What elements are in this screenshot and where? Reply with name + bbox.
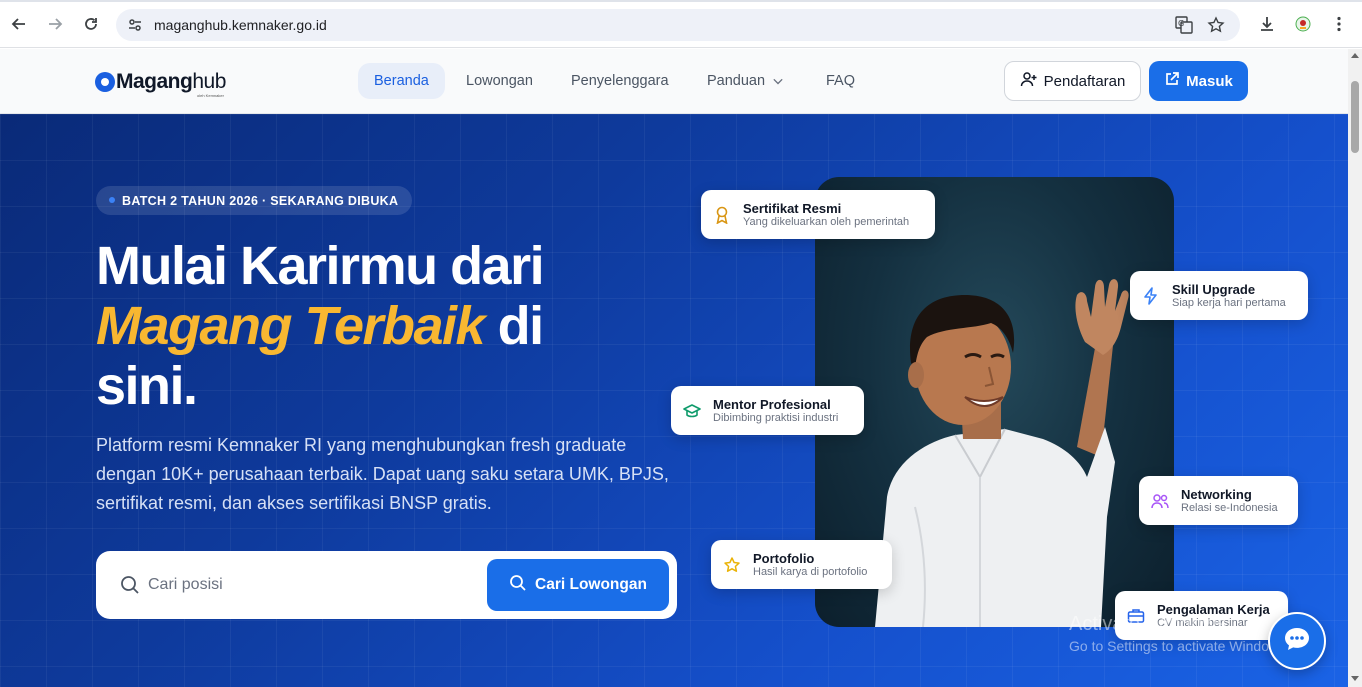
watermark-line-2: Go to Settings to activate Windows. [1069, 638, 1290, 654]
page-scrollbar[interactable] [1348, 49, 1362, 687]
watermark-line-1: Activate Windows [1069, 613, 1227, 635]
headline-line-3: sini. [96, 356, 198, 416]
nav-panduan-label: Panduan [707, 73, 766, 89]
feature-subtitle: Hasil karya di portofolio [753, 565, 868, 578]
bookmark-star-icon[interactable] [1206, 15, 1226, 35]
search-button[interactable]: Cari Lowongan [487, 559, 669, 611]
maganghub-logo[interactable]: Magang hub oleh Kemnaker [95, 66, 226, 98]
site-info-icon[interactable] [126, 16, 144, 34]
feature-title: Skill Upgrade [1172, 281, 1256, 297]
login-label: Masuk [1186, 72, 1233, 90]
svg-text:G: G [1178, 19, 1184, 28]
windows-activation-watermark: Activate Windows Go to Settings to activ… [1069, 612, 1290, 656]
address-bar[interactable]: maganghub.kemnaker.go.id G [116, 9, 1240, 41]
nav-faq[interactable]: FAQ [810, 63, 871, 99]
search-icon [120, 575, 140, 595]
back-icon[interactable] [7, 12, 31, 36]
headline-line-2: di [484, 296, 544, 356]
lightning-icon [1142, 286, 1160, 305]
hero-description: Platform resmi Kemnaker RI yang menghubu… [96, 435, 669, 513]
reload-icon[interactable] [79, 12, 103, 36]
chevron-down-icon [773, 76, 783, 86]
nav-beranda[interactable]: Beranda [358, 63, 445, 99]
search-button-label: Cari Lowongan [535, 576, 647, 593]
headline-highlight: Magang Terbaik [96, 296, 486, 356]
forward-icon[interactable] [43, 12, 67, 36]
user-plus-icon [1020, 70, 1038, 92]
nav-penyelenggara[interactable]: Penyelenggara [555, 63, 685, 99]
chat-bubble-icon [1283, 626, 1311, 657]
feature-title: Mentor Profesional [713, 396, 831, 412]
register-label: Pendaftaran [1043, 72, 1126, 90]
login-button[interactable]: Masuk [1149, 61, 1248, 101]
headline-line-1: Mulai Karirmu dari [96, 236, 545, 296]
logo-text-bold: Magang [116, 70, 193, 93]
download-icon[interactable] [1256, 13, 1278, 35]
feature-card-portofolio: Portofolio Hasil karya di portofolio [711, 540, 892, 589]
browser-toolbar: maganghub.kemnaker.go.id G [0, 0, 1362, 48]
search-box: Cari Lowongan [96, 551, 677, 619]
feature-card-skill: Skill Upgrade Siap kerja hari pertama [1130, 271, 1308, 320]
award-icon [713, 206, 731, 224]
feature-subtitle: Relasi se-Indonesia [1181, 501, 1278, 514]
extension-icon[interactable] [1292, 13, 1314, 35]
feature-subtitle: Yang dikeluarkan oleh pemerintah [743, 215, 910, 228]
feature-card-networking: Networking Relasi se-Indonesia [1139, 476, 1298, 525]
users-icon [1151, 492, 1169, 510]
feature-title: Networking [1181, 486, 1252, 502]
feature-title: Sertifikat Resmi [743, 200, 842, 216]
search-input[interactable] [148, 571, 468, 599]
chat-button[interactable] [1268, 612, 1326, 670]
feature-title: Portofolio [753, 550, 815, 566]
batch-badge: BATCH 2 TAHUN 2026 · SEKARANG DIBUKA [96, 186, 413, 215]
menu-kebab-icon[interactable] [1328, 13, 1350, 35]
star-icon [723, 556, 741, 574]
hero-headline: Mulai Karirmu dari Magang Terbaik di sin… [96, 236, 656, 416]
logo-mark-icon [95, 72, 115, 92]
register-button[interactable]: Pendaftaran [1004, 61, 1141, 101]
feature-subtitle: Dibimbing praktisi industri [713, 411, 839, 424]
scroll-down-icon[interactable] [1351, 676, 1359, 681]
translate-icon[interactable]: G [1174, 15, 1194, 35]
graduation-cap-icon [683, 402, 701, 420]
nav-lowongan[interactable]: Lowongan [450, 63, 549, 99]
tab-strip [0, 0, 1362, 2]
scroll-up-icon[interactable] [1351, 53, 1359, 58]
badge-dot-icon [109, 197, 115, 203]
logo-subtext: oleh Kemnaker [197, 93, 224, 98]
nav-panduan[interactable]: Panduan [691, 63, 799, 99]
site-header: Magang hub oleh Kemnaker Beranda Lowonga… [0, 49, 1348, 114]
feature-card-mentor: Mentor Profesional Dibimbing praktisi in… [671, 386, 864, 435]
logo-text-light: hub [192, 70, 226, 93]
hero-section: BATCH 2 TAHUN 2026 · SEKARANG DIBUKA Mul… [0, 114, 1348, 687]
search-button-icon [509, 574, 527, 597]
badge-text: BATCH 2 TAHUN 2026 · SEKARANG DIBUKA [122, 193, 399, 208]
url-text: maganghub.kemnaker.go.id [154, 17, 327, 33]
external-link-icon [1164, 71, 1180, 91]
scrollbar-thumb[interactable] [1351, 81, 1359, 153]
feature-card-sertifikat: Sertifikat Resmi Yang dikeluarkan oleh p… [701, 190, 935, 239]
feature-subtitle: Siap kerja hari pertama [1172, 296, 1286, 309]
